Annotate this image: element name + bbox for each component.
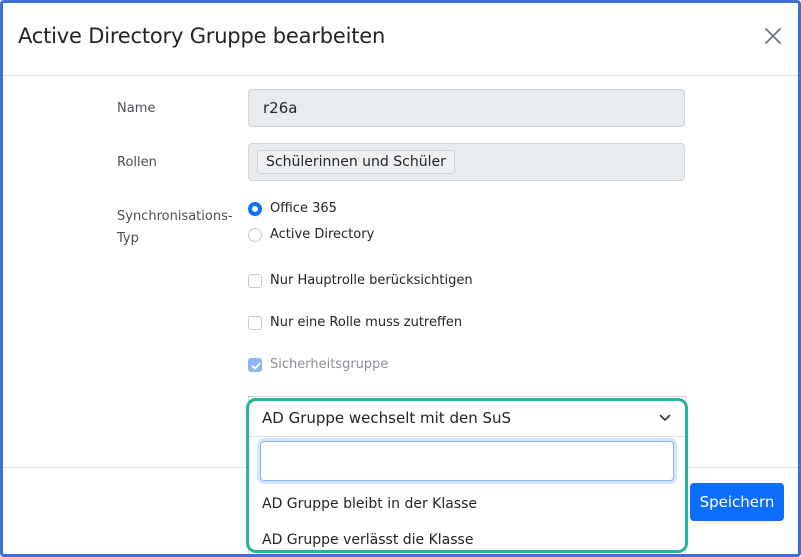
roles-label: Rollen bbox=[117, 155, 157, 170]
role-chip[interactable]: Schülerinnen und Schüler bbox=[257, 150, 455, 174]
sync-option-label: Active Directory bbox=[270, 227, 375, 242]
modal-header: Active Directory Gruppe bearbeiten bbox=[3, 3, 798, 76]
checkbox-icon[interactable] bbox=[248, 274, 262, 288]
checkbox-label: Nur Hauptrolle berücksichtigen bbox=[270, 273, 473, 288]
chevron-down-icon[interactable] bbox=[659, 413, 671, 423]
name-label: Name bbox=[117, 101, 156, 116]
checkbox-label: Sicherheitsgruppe bbox=[270, 357, 389, 372]
close-icon bbox=[765, 28, 781, 44]
save-button[interactable]: Speichern bbox=[690, 483, 784, 521]
dropdown-selected-value[interactable]: AD Gruppe wechselt mit den SuS bbox=[249, 401, 685, 437]
dropdown-selected-text: AD Gruppe wechselt mit den SuS bbox=[262, 409, 512, 427]
sync-type-label-line1: Synchronisations- bbox=[117, 209, 233, 224]
checkbox-label: Nur eine Rolle muss zutreffen bbox=[270, 315, 463, 330]
checkbox-checked-icon bbox=[248, 358, 262, 372]
modal-dialog: Active Directory Gruppe bearbeiten Name … bbox=[0, 0, 801, 557]
group-behavior-dropdown[interactable]: AD Gruppe wechselt mit den SuS AD Gruppe… bbox=[246, 398, 688, 553]
name-field[interactable]: r26a bbox=[248, 89, 685, 127]
sync-type-label-line2: Typ bbox=[117, 231, 139, 246]
modal-title: Active Directory Gruppe bearbeiten bbox=[18, 24, 386, 48]
sync-type-label: Synchronisations- Typ bbox=[117, 206, 233, 250]
sync-option-label: Office 365 bbox=[270, 201, 337, 216]
dropdown-option[interactable]: AD Gruppe verlässt die Klasse bbox=[262, 532, 473, 548]
dropdown-option[interactable]: AD Gruppe bleibt in der Klasse bbox=[262, 496, 477, 512]
dropdown-search-input[interactable] bbox=[260, 441, 674, 481]
radio-unselected-icon[interactable] bbox=[248, 228, 262, 242]
close-button[interactable] bbox=[762, 25, 784, 47]
radio-selected-icon[interactable] bbox=[248, 202, 262, 216]
checkbox-icon[interactable] bbox=[248, 316, 262, 330]
